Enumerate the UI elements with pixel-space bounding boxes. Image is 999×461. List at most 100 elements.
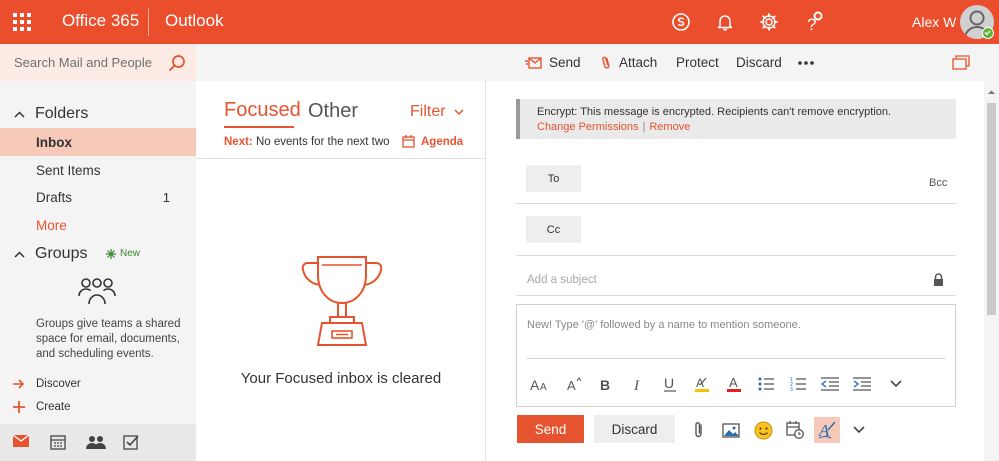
waffle-icon [13,13,31,31]
filter-dropdown[interactable]: Filter [410,103,464,121]
toolbar-discard-button[interactable]: Discard [736,44,782,81]
groups-title: Groups [35,245,88,262]
paperclip-icon[interactable] [686,417,712,443]
arrow-right-icon [13,379,25,389]
groups-icon [78,276,116,311]
bold-icon[interactable]: B [595,373,617,395]
send-mail-icon [525,56,542,69]
pop-out-icon[interactable] [952,44,977,81]
people-icon[interactable] [86,434,106,455]
folder-label: Sent Items [36,162,101,178]
svg-text:B: B [600,377,610,391]
toolbar-attach-button[interactable]: Attach [600,44,657,81]
chevron-down-icon[interactable] [846,417,872,443]
insert-picture-icon[interactable] [718,417,744,443]
empty-inbox-message: Your Focused inbox is cleared [240,370,442,387]
emoji-icon[interactable] [750,417,776,443]
search-input[interactable] [0,44,160,81]
tasks-icon[interactable] [123,434,139,455]
bcc-link[interactable]: Bcc [929,177,947,189]
lock-icon [933,273,944,291]
agenda-button[interactable]: Agenda [402,135,463,148]
more-options-icon[interactable] [798,44,821,81]
folder-item-drafts[interactable]: Drafts 1 [0,183,196,211]
skype-icon[interactable] [668,9,694,35]
search-icon[interactable] [168,54,186,77]
message-list: Focused Other Filter Next: No events for… [196,81,486,461]
change-permissions-link[interactable]: Change Permissions [537,121,639,133]
next-event: Next: No events for the next two [224,136,390,148]
create-label: Create [36,401,71,413]
mail-icon[interactable] [12,434,30,453]
tab-focused-underline [224,126,294,128]
create-group-link[interactable]: Create [13,401,71,413]
subject-input[interactable] [527,274,907,286]
app-name-link[interactable]: Outlook [165,11,224,31]
toolbar-protect-button[interactable]: Protect [676,44,719,81]
discover-label: Discover [36,378,81,390]
folder-item-inbox[interactable]: Inbox [0,128,196,156]
brand-link[interactable]: Office 365 [62,11,139,31]
folders-more-link[interactable]: More [0,211,196,239]
svg-text:A: A [696,376,704,390]
compose-scrollbar[interactable] [984,81,999,461]
discard-button[interactable]: Discard [594,415,675,443]
folder-label: Drafts [36,189,73,205]
toolbar-send-button[interactable]: Send [525,44,581,81]
chevron-down-icon[interactable] [885,373,907,395]
signature-icon[interactable]: A [814,417,840,443]
folders-title: Folders [35,105,89,122]
subject-rule [516,295,956,296]
body-placeholder: New! Type '@' followed by a name to ment… [527,319,801,331]
tab-focused[interactable]: Focused [224,99,301,122]
remove-encryption-link[interactable]: Remove [649,121,690,133]
send-button[interactable]: Send [517,415,584,443]
underline-icon[interactable]: U [659,373,681,395]
agenda-label: Agenda [421,135,464,148]
bulleted-list-icon[interactable] [755,373,777,395]
groups-description: Groups give teams a shared space for ema… [36,318,181,360]
presence-status-icon [982,27,994,39]
italic-icon[interactable]: I [627,373,649,395]
plus-icon [13,401,25,413]
folder-pane: Folders Inbox Sent Items Drafts 1 More G… [0,81,196,461]
list-divider [196,158,486,159]
module-switcher [0,424,196,461]
highlight-icon[interactable]: A [691,373,713,395]
scroll-thumb[interactable] [987,103,996,315]
encryption-banner: Encrypt: This message is encrypted. Reci… [516,99,956,139]
grow-font-icon[interactable]: A [563,373,585,395]
compose-pane: Encrypt: This message is encrypted. Reci… [487,81,984,461]
gear-icon[interactable] [756,9,782,35]
groups-header[interactable]: Groups [14,245,87,263]
chevron-up-icon [14,110,25,118]
toolbar-attach-label: Attach [619,55,658,70]
compose-toolbar: Send Attach Protect Discard [196,44,999,81]
message-body[interactable]: New! Type '@' followed by a name to ment… [516,304,956,407]
font-color-icon[interactable]: A [723,373,745,395]
discover-groups-link[interactable]: Discover [13,378,81,390]
body-rule [527,358,945,359]
calendar-clock-icon[interactable] [782,417,808,443]
calendar-icon[interactable] [50,434,66,455]
font-size-icon[interactable]: AA [529,373,551,395]
svg-text:U: U [664,376,674,391]
app-launcher-button[interactable] [0,0,44,44]
new-badge-label: New [120,248,141,259]
cc-button[interactable]: Cc [526,216,581,243]
svg-text:A: A [729,376,738,390]
bell-icon[interactable] [712,9,738,35]
cc-field-rule [516,255,956,256]
search-box [0,44,196,81]
scroll-up-icon[interactable] [987,88,996,97]
folders-header[interactable]: Folders [14,105,88,123]
numbered-list-icon[interactable]: 123 [787,373,809,395]
svg-text:A: A [567,378,576,391]
to-button[interactable]: To [526,165,581,192]
tab-other[interactable]: Other [308,100,358,123]
help-icon[interactable]: ? [800,9,826,35]
folder-item-sent-items[interactable]: Sent Items [0,156,196,184]
user-name[interactable]: Alex W [912,14,956,30]
increase-indent-icon[interactable] [851,373,873,395]
decrease-indent-icon[interactable] [819,373,841,395]
